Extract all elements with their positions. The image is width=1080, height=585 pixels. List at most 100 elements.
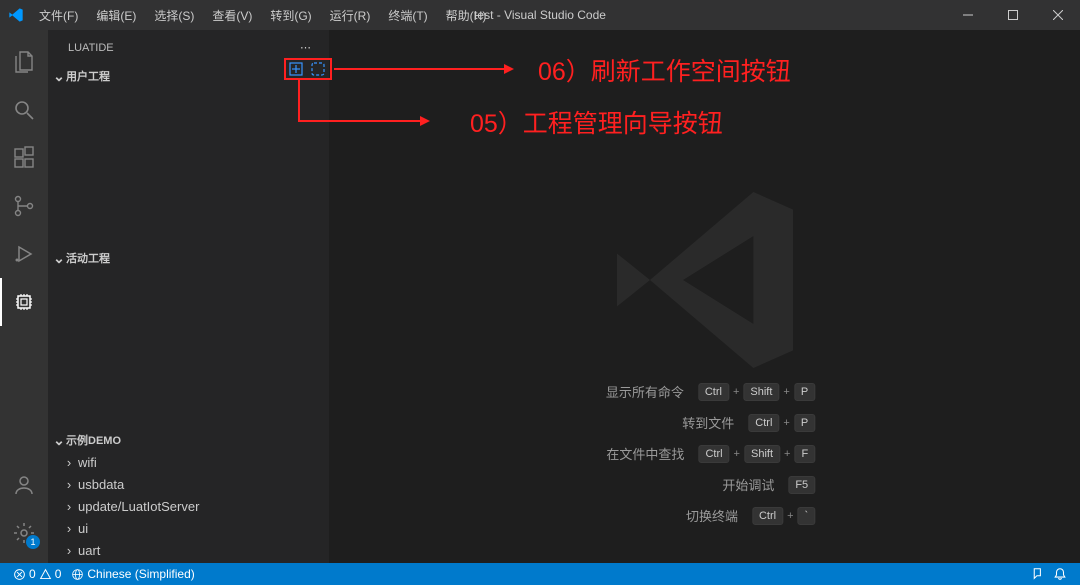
shortcut-row: 开始调试 F5 — [594, 475, 815, 494]
menu-terminal[interactable]: 终端(T) — [381, 0, 434, 30]
extensions-icon — [12, 146, 36, 170]
statusbar: 0 0 Chinese (Simplified) — [0, 563, 1080, 585]
key: Shift — [744, 445, 780, 463]
tree-item[interactable]: ›ui — [48, 517, 329, 539]
tree-item-label: wifi — [78, 455, 97, 470]
chevron-right-icon: › — [62, 543, 76, 558]
chevron-down-icon: ⌄ — [52, 68, 66, 85]
key: Ctrl — [698, 445, 729, 463]
shortcut-label: 在文件中查找 — [594, 444, 684, 463]
activity-luatide[interactable] — [0, 278, 48, 326]
section-label: 示例DEMO — [66, 432, 121, 448]
shortcut-label: 显示所有命令 — [594, 382, 684, 401]
shortcut-row: 显示所有命令 Ctrl+Shift+P — [594, 382, 815, 401]
source-control-icon — [12, 194, 36, 218]
activity-run-debug[interactable] — [0, 230, 48, 278]
key: F — [794, 445, 815, 463]
section-label: 用户工程 — [66, 68, 110, 84]
activity-source-control[interactable] — [0, 182, 48, 230]
debug-icon — [12, 242, 36, 266]
vscode-logo-icon — [8, 7, 24, 23]
activity-search[interactable] — [0, 86, 48, 134]
minimize-icon — [963, 10, 973, 20]
shortcut-row: 转到文件 Ctrl+P — [594, 413, 815, 432]
chevron-down-icon: ⌄ — [52, 250, 66, 267]
account-icon — [12, 473, 36, 497]
chevron-right-icon: › — [62, 455, 76, 470]
shortcut-row: 切换终端 Ctrl + ` — [594, 506, 815, 525]
section-active-project[interactable]: ⌄ 活动工程 — [48, 247, 329, 269]
shortcut-label: 转到文件 — [644, 413, 734, 432]
chevron-right-icon: › — [62, 499, 76, 514]
active-project-content — [48, 269, 329, 429]
section-user-project[interactable]: ⌄ 用户工程 — [48, 65, 329, 87]
error-icon — [13, 568, 26, 581]
feedback-icon — [1029, 567, 1043, 581]
files-icon — [12, 50, 36, 74]
status-notifications[interactable] — [1048, 567, 1072, 581]
menu-file[interactable]: 文件(F) — [32, 0, 85, 30]
user-project-content — [48, 87, 329, 247]
maximize-button[interactable] — [990, 0, 1035, 30]
menu-select[interactable]: 选择(S) — [147, 0, 201, 30]
activity-settings[interactable]: 1 — [0, 509, 48, 557]
close-button[interactable] — [1035, 0, 1080, 30]
status-error-count: 0 — [29, 567, 36, 581]
sidebar-title: LUATIDE — [68, 42, 114, 54]
section-demo[interactable]: ⌄ 示例DEMO — [48, 429, 329, 451]
key: Ctrl — [752, 507, 783, 525]
menubar: 文件(F) 编辑(E) 选择(S) 查看(V) 转到(G) 运行(R) 终端(T… — [32, 0, 493, 30]
key: ` — [798, 507, 816, 525]
key-sep: + — [787, 510, 793, 522]
window-title: test - Visual Studio Code — [474, 8, 606, 22]
titlebar: 文件(F) 编辑(E) 选择(S) 查看(V) 转到(G) 运行(R) 终端(T… — [0, 0, 1080, 30]
tree-item-label: usbdata — [78, 477, 124, 492]
shortcut-label: 开始调试 — [684, 475, 774, 494]
sidebar-more-actions[interactable]: ⋯ — [300, 41, 313, 54]
tree-item-label: ui — [78, 521, 88, 536]
shortcut-label: 切换终端 — [648, 506, 738, 525]
window-controls — [945, 0, 1080, 30]
key-sep: + — [784, 448, 790, 460]
section-label: 活动工程 — [66, 250, 110, 266]
activity-explorer[interactable] — [0, 38, 48, 86]
tree-item-label: uart — [78, 543, 100, 558]
minimize-button[interactable] — [945, 0, 990, 30]
settings-badge: 1 — [26, 535, 40, 549]
key: Ctrl — [698, 383, 729, 401]
menu-goto[interactable]: 转到(G) — [263, 0, 318, 30]
activity-account[interactable] — [0, 461, 48, 509]
vscode-watermark-icon — [595, 170, 815, 390]
key: F5 — [788, 476, 815, 494]
welcome-shortcuts: 显示所有命令 Ctrl + Shift + P 转到文件 Ctrl + P 在文件中查找 C… — [594, 382, 815, 525]
key-sep: + — [783, 386, 789, 398]
tree-item[interactable]: ›wifi — [48, 451, 329, 473]
chevron-right-icon: › — [62, 477, 76, 492]
bell-icon — [1053, 567, 1067, 581]
menu-run[interactable]: 运行(R) — [323, 0, 378, 30]
key: P — [794, 414, 815, 432]
tree-item[interactable]: ›usbdata — [48, 473, 329, 495]
key: Shift — [743, 383, 779, 401]
chevron-down-icon: ⌄ — [52, 432, 66, 449]
demo-tree: ›wifi ›usbdata ›update/LuatIotServer ›ui… — [48, 451, 329, 563]
warning-icon — [39, 568, 52, 581]
shortcut-row: 在文件中查找 Ctrl + Shift + F — [594, 444, 815, 463]
chip-icon — [12, 290, 36, 314]
tree-item[interactable]: ›uart — [48, 539, 329, 561]
search-icon — [12, 98, 36, 122]
tree-item[interactable]: ›update/LuatIotServer — [48, 495, 329, 517]
menu-edit[interactable]: 编辑(E) — [89, 0, 143, 30]
key-sep: + — [734, 448, 740, 460]
activity-extensions[interactable] — [0, 134, 48, 182]
menu-view[interactable]: 查看(V) — [205, 0, 259, 30]
status-language[interactable]: Chinese (Simplified) — [66, 563, 199, 585]
globe-icon — [71, 568, 84, 581]
key-sep: + — [783, 417, 789, 429]
status-errors-warnings[interactable]: 0 0 — [8, 563, 66, 585]
status-warning-count: 0 — [55, 567, 62, 581]
activity-bar: 1 — [0, 30, 48, 563]
status-feedback[interactable] — [1024, 567, 1048, 581]
key: P — [794, 383, 815, 401]
maximize-icon — [1008, 10, 1018, 20]
